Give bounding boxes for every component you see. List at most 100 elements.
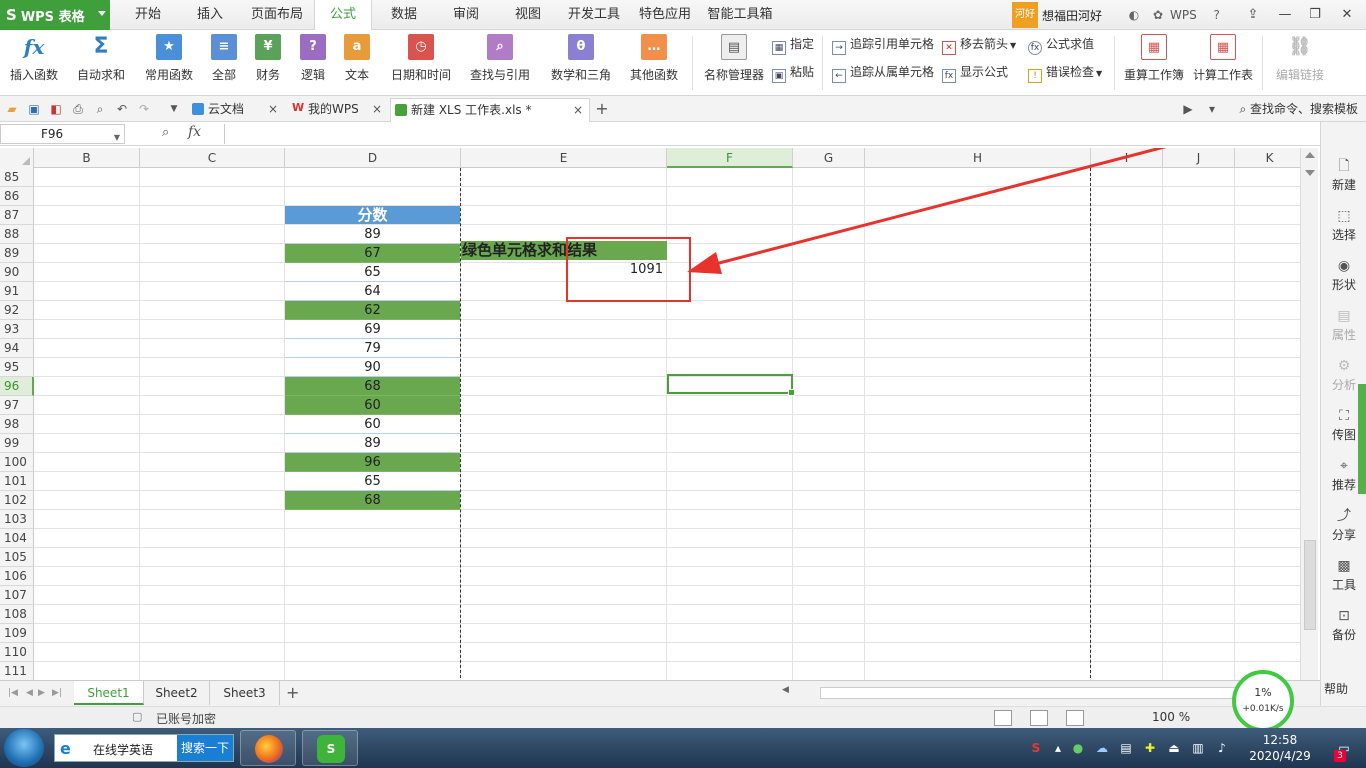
calc-sheet-button[interactable]: ▦ 计算工作表 <box>1190 32 1256 92</box>
new-tab-icon[interactable]: + <box>594 101 610 117</box>
cell-i92[interactable] <box>1091 301 1163 320</box>
cell-f101[interactable] <box>667 472 793 491</box>
cell-c106[interactable] <box>140 567 285 586</box>
save-icon[interactable]: ▣ <box>26 101 42 117</box>
cell-j90[interactable] <box>1163 263 1235 282</box>
cell-b99[interactable] <box>34 434 140 453</box>
column-header-k[interactable]: K <box>1235 148 1300 168</box>
cell-d86[interactable] <box>285 187 461 206</box>
cell-g102[interactable] <box>793 491 865 510</box>
cell-b101[interactable] <box>34 472 140 491</box>
side-panel-item-3[interactable]: ▤ 属性 <box>1321 302 1366 350</box>
cell-b105[interactable] <box>34 548 140 567</box>
autosum-button[interactable]: Σ 自动求和 <box>70 32 132 92</box>
row-header[interactable]: 103 <box>0 510 34 529</box>
cell-g106[interactable] <box>793 567 865 586</box>
cell-c98[interactable] <box>140 415 285 434</box>
print-preview-icon[interactable]: ⌕ <box>92 101 108 117</box>
score-cell[interactable]: 64 <box>285 282 461 301</box>
cell-i90[interactable] <box>1091 263 1163 282</box>
row-header[interactable]: 94 <box>0 339 34 358</box>
cell-j99[interactable] <box>1163 434 1235 453</box>
cell-c108[interactable] <box>140 605 285 624</box>
fx-icon[interactable]: fx <box>188 124 201 140</box>
row-header[interactable]: 105 <box>0 548 34 567</box>
row-header[interactable]: 86 <box>0 187 34 206</box>
cell-c86[interactable] <box>140 187 285 206</box>
cell-h103[interactable] <box>865 510 1091 529</box>
skin-icon[interactable]: ◐ <box>1126 7 1142 23</box>
cell-d111[interactable] <box>285 662 461 680</box>
cell-g105[interactable] <box>793 548 865 567</box>
cell-k109[interactable] <box>1235 624 1300 643</box>
row-header[interactable]: 109 <box>0 624 34 643</box>
cell-f100[interactable] <box>667 453 793 472</box>
cell-k102[interactable] <box>1235 491 1300 510</box>
cell-h98[interactable] <box>865 415 1091 434</box>
cell-i93[interactable] <box>1091 320 1163 339</box>
cloud-icon[interactable]: ☁ <box>1094 740 1110 756</box>
page-break-view-icon[interactable] <box>1066 710 1084 726</box>
cell-k105[interactable] <box>1235 548 1300 567</box>
layout-icon[interactable]: ▾ <box>1204 101 1220 117</box>
cell-e86[interactable] <box>461 187 667 206</box>
cell-h95[interactable] <box>865 358 1091 377</box>
cell-h105[interactable] <box>865 548 1091 567</box>
cell-e107[interactable] <box>461 586 667 605</box>
cell-i97[interactable] <box>1091 396 1163 415</box>
cell-h88[interactable] <box>865 225 1091 244</box>
cell-k93[interactable] <box>1235 320 1300 339</box>
row-header[interactable]: 92 <box>0 301 34 320</box>
row-header[interactable]: 101 <box>0 472 34 491</box>
close-button[interactable]: ✕ <box>1332 0 1362 30</box>
tab-start[interactable]: 开始 <box>118 0 178 30</box>
cell-e94[interactable] <box>461 339 667 358</box>
avatar[interactable]: 河好 <box>1012 2 1038 28</box>
tab-my-wps[interactable]: W 我的WPS × <box>288 98 388 122</box>
volume-icon[interactable]: ♪ <box>1214 740 1230 756</box>
cell-i88[interactable] <box>1091 225 1163 244</box>
cell-h86[interactable] <box>865 187 1091 206</box>
cell-c97[interactable] <box>140 396 285 415</box>
cell-f94[interactable] <box>667 339 793 358</box>
cell-g107[interactable] <box>793 586 865 605</box>
cell-j108[interactable] <box>1163 605 1235 624</box>
score-cell[interactable]: 96 <box>285 453 461 472</box>
cell-k103[interactable] <box>1235 510 1300 529</box>
cell-g100[interactable] <box>793 453 865 472</box>
cell-e104[interactable] <box>461 529 667 548</box>
cell-b98[interactable] <box>34 415 140 434</box>
row-header[interactable]: 85 <box>0 168 34 187</box>
help-icon[interactable]: ? <box>1209 7 1225 23</box>
wps-task-button[interactable]: S <box>302 730 358 766</box>
row-header[interactable]: 98 <box>0 415 34 434</box>
close-icon[interactable]: × <box>372 98 382 120</box>
cell-j110[interactable] <box>1163 643 1235 662</box>
cell-k107[interactable] <box>1235 586 1300 605</box>
row-header[interactable]: 91 <box>0 282 34 301</box>
cell-e98[interactable] <box>461 415 667 434</box>
row-header[interactable]: 87 <box>0 206 34 225</box>
column-header-f[interactable]: F <box>667 148 793 168</box>
formula-input[interactable] <box>224 124 1318 144</box>
cell-g104[interactable] <box>793 529 865 548</box>
cell-b100[interactable] <box>34 453 140 472</box>
cell-h107[interactable] <box>865 586 1091 605</box>
cell-h100[interactable] <box>865 453 1091 472</box>
cell-b95[interactable] <box>34 358 140 377</box>
cell-b89[interactable] <box>34 244 140 263</box>
score-cell[interactable]: 68 <box>285 377 461 396</box>
cell-f98[interactable] <box>667 415 793 434</box>
column-header-i[interactable]: I <box>1091 148 1163 168</box>
cell-b91[interactable] <box>34 282 140 301</box>
name-manager-button[interactable]: ▤ 名称管理器 <box>700 32 768 92</box>
common-functions-button[interactable]: ★ 常用函数 <box>138 32 200 92</box>
cell-j101[interactable] <box>1163 472 1235 491</box>
row-header[interactable]: 93 <box>0 320 34 339</box>
cell-i87[interactable] <box>1091 206 1163 225</box>
cell-k104[interactable] <box>1235 529 1300 548</box>
row-header[interactable]: 99 <box>0 434 34 453</box>
cell-k86[interactable] <box>1235 187 1300 206</box>
cell-b111[interactable] <box>34 662 140 680</box>
cell-i94[interactable] <box>1091 339 1163 358</box>
